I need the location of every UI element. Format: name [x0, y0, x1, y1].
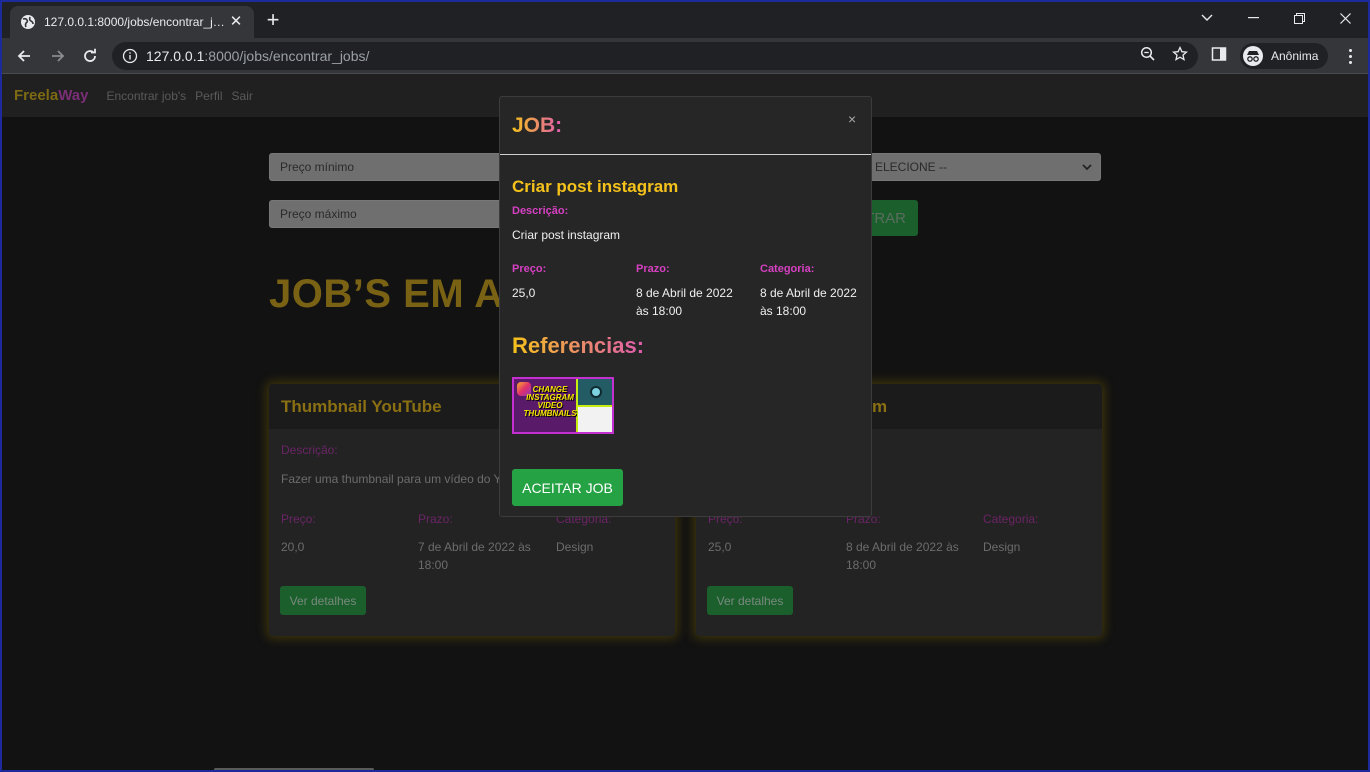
- job-card-price-label: Preço:: [281, 512, 316, 526]
- job-card-category-label: Categoria:: [983, 512, 1039, 526]
- tab-close-icon[interactable]: ✕: [228, 14, 244, 30]
- info-icon[interactable]: [122, 48, 138, 64]
- reference-image[interactable]: CHANGE INSTAGRAM VIDEO THUMBNAILS: [512, 377, 614, 434]
- job-modal: JOB: × Criar post instagram Descrição: C…: [499, 96, 872, 517]
- page-title: JOB’S EM AB: [269, 272, 533, 316]
- job-card-deadline: 8 de Abril de 2022 às 18:00: [846, 540, 959, 572]
- max-price-input[interactable]: Preço máximo: [269, 200, 509, 228]
- phone-icon: [578, 407, 612, 432]
- nav-link-perfil[interactable]: Perfil: [195, 89, 222, 103]
- globe-icon: [21, 15, 35, 29]
- reference-image-text: CHANGE INSTAGRAM VIDEO THUMBNAILS: [523, 385, 577, 418]
- eye-icon: [578, 379, 612, 405]
- job-card-deadline-label: Prazo:: [418, 512, 453, 526]
- job-card-price: 25,0: [708, 540, 732, 554]
- modal-category: 8 de Abril de 2022 às 18:00: [760, 286, 857, 318]
- modal-desc-label: Descrição:: [512, 205, 569, 217]
- view-details-button[interactable]: Ver detalhes: [280, 586, 366, 615]
- horizontal-scrollbar[interactable]: [214, 768, 374, 770]
- modal-title: JOB:: [512, 114, 563, 137]
- references-title: Referencias:: [512, 333, 645, 358]
- minimize-icon[interactable]: [1230, 2, 1276, 34]
- category-select[interactable]: ELECIONE --: [864, 153, 1101, 181]
- back-icon[interactable]: [10, 42, 38, 70]
- browser-tabstrip: 127.0.0.1:8000/jobs/encontrar_jobs/ ✕ +: [2, 2, 1368, 38]
- job-card-category: Design: [556, 540, 594, 554]
- job-card-desc: Fazer uma thumbnail para um vídeo do Yo: [281, 472, 508, 486]
- menu-icon[interactable]: [1340, 46, 1360, 66]
- job-card-category: Design: [983, 540, 1021, 554]
- modal-desc: Criar post instagram: [512, 228, 621, 242]
- zoom-icon[interactable]: [1138, 44, 1158, 64]
- browser-tab[interactable]: 127.0.0.1:8000/jobs/encontrar_jobs/ ✕: [10, 6, 254, 38]
- nav-link-encontrar-jobs[interactable]: Encontrar job's: [107, 89, 187, 103]
- address-bar[interactable]: 127.0.0.1:8000/jobs/encontrar_jobs/: [112, 42, 1198, 70]
- reload-icon[interactable]: [76, 42, 104, 70]
- close-icon[interactable]: ×: [848, 112, 860, 126]
- incognito-icon: [1243, 46, 1263, 66]
- tab-title: 127.0.0.1:8000/jobs/encontrar_jobs/: [44, 15, 228, 29]
- close-window-icon[interactable]: [1322, 2, 1368, 34]
- new-tab-icon[interactable]: +: [260, 8, 286, 34]
- bookmark-star-icon[interactable]: [1170, 44, 1190, 64]
- side-panel-icon[interactable]: [1209, 44, 1229, 64]
- accept-job-button[interactable]: ACEITAR JOB: [512, 469, 623, 506]
- url-host: 127.0.0.1: [146, 48, 205, 64]
- job-card-price: 20,0: [281, 540, 305, 554]
- browser-toolbar: 127.0.0.1:8000/jobs/encontrar_jobs/ Anôn…: [2, 38, 1368, 74]
- modal-deadline: 8 de Abril de 2022 às 18:00: [636, 286, 733, 318]
- profile-button[interactable]: Anônima: [1240, 43, 1328, 69]
- min-price-input[interactable]: Preço mínimo: [269, 153, 509, 181]
- chevron-down-icon: [1082, 163, 1092, 170]
- modal-header: JOB: ×: [500, 97, 871, 155]
- category-select-value: ELECIONE --: [875, 160, 948, 174]
- restore-icon[interactable]: [1276, 2, 1322, 34]
- modal-job-title: Criar post instagram: [512, 177, 679, 196]
- nav-link-sair[interactable]: Sair: [232, 89, 253, 103]
- modal-deadline-label: Prazo:: [636, 263, 670, 275]
- url-path: :8000/jobs/encontrar_jobs/: [204, 48, 370, 64]
- profile-label: Anônima: [1271, 49, 1319, 63]
- modal-price: 25,0: [512, 286, 536, 300]
- view-details-button[interactable]: Ver detalhes: [707, 586, 793, 615]
- tab-search-icon[interactable]: [1184, 2, 1230, 34]
- forward-icon[interactable]: [44, 42, 72, 70]
- job-card-deadline: 7 de Abril de 2022 às 18:00: [418, 540, 531, 572]
- job-card-desc-label: Descrição:: [281, 443, 338, 457]
- modal-price-label: Preço:: [512, 263, 547, 275]
- brand-logo[interactable]: FreelaWay: [14, 87, 89, 104]
- modal-category-label: Categoria:: [760, 263, 815, 275]
